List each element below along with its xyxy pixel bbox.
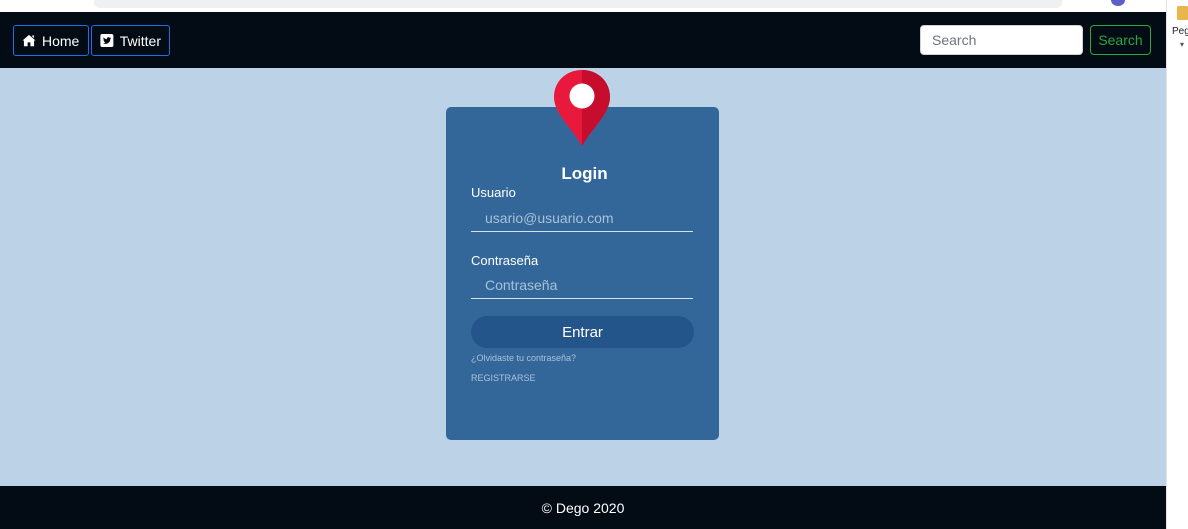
folder-icon — [1177, 6, 1188, 20]
login-submit-button[interactable]: Entrar — [471, 316, 694, 348]
home-label: Home — [42, 32, 80, 49]
map-pin-icon — [554, 70, 610, 146]
login-title-text: Login — [561, 164, 608, 183]
address-bar-edge — [94, 0, 1062, 8]
navbar: Home Twitter Search — [0, 12, 1166, 68]
password-input[interactable] — [471, 271, 693, 299]
side-panel-text: Peg — [1172, 26, 1188, 37]
home-button[interactable]: Home — [13, 25, 89, 56]
footer: © Dego 2020 — [0, 486, 1166, 529]
home-icon — [22, 34, 36, 47]
password-label: Contraseña — [471, 253, 539, 268]
side-panel — [1166, 0, 1188, 529]
search-input[interactable] — [920, 25, 1083, 55]
page: Peg ▾ Home Twitter Search Login Usuario … — [0, 0, 1188, 529]
username-label: Usuario — [471, 185, 516, 200]
twitter-button[interactable]: Twitter — [91, 25, 170, 56]
login-title: Login — [446, 164, 719, 184]
register-link[interactable]: REGISTRARSE — [471, 373, 536, 383]
footer-text: © Dego 2020 — [541, 499, 625, 516]
twitter-label: Twitter — [119, 32, 161, 49]
search-button[interactable]: Search — [1090, 25, 1151, 55]
forgot-password-link[interactable]: ¿Olvidaste tu contraseña? — [471, 353, 576, 363]
caret-down-icon: ▾ — [1180, 40, 1185, 49]
twitter-square-icon — [100, 34, 114, 47]
profile-avatar-edge — [1111, 0, 1125, 6]
browser-chrome-strip — [0, 0, 1166, 12]
username-input[interactable] — [471, 204, 693, 232]
